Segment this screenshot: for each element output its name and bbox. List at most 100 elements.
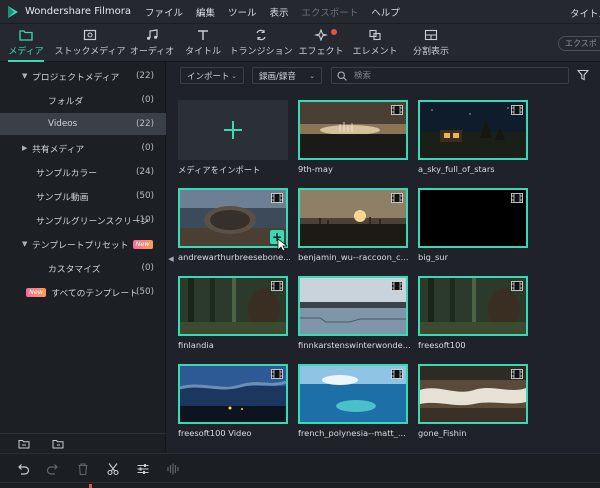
clip-thumbnail[interactable] xyxy=(418,276,528,336)
cut-button[interactable] xyxy=(106,462,120,476)
clip-thumbnail[interactable] xyxy=(178,276,288,336)
clip-thumbnail[interactable] xyxy=(418,364,528,424)
sidebar-item-videos[interactable]: Videos (22) xyxy=(0,113,166,135)
media-label: 9th-may xyxy=(298,164,333,174)
media-label: gone_Fishin xyxy=(418,428,467,438)
caret-down-icon[interactable]: ▼ xyxy=(22,72,32,80)
sidebar-item-customize[interactable]: カスタマイズ (0) xyxy=(0,257,166,279)
sidebar-item-template-presets[interactable]: ▼ テンプレートプリセット New xyxy=(0,233,166,255)
clip-thumbnail[interactable] xyxy=(298,276,408,336)
undo-button[interactable] xyxy=(16,462,30,476)
tab-audio[interactable]: オーディオ xyxy=(130,24,174,62)
sidebar-item-label: 共有メディア xyxy=(32,144,85,155)
sparkle-icon xyxy=(314,29,328,41)
media-clip[interactable]: gone_Fishin xyxy=(418,364,528,438)
caret-right-icon[interactable]: ▶ xyxy=(22,144,32,152)
title-bar: Wondershare Filmora ファイル 編集 ツール 表示 エクスポー… xyxy=(0,0,600,24)
import-media-tile[interactable]: メディアをインポート xyxy=(178,100,288,175)
import-dropdown[interactable]: インポート ⌄ xyxy=(180,67,244,84)
delete-button[interactable] xyxy=(76,462,90,476)
clip-thumbnail[interactable] xyxy=(418,100,528,160)
audio-waveform-button[interactable] xyxy=(166,462,180,476)
media-clip[interactable]: freesoft100 xyxy=(418,276,528,350)
media-clip[interactable]: french_polynesia--matt_... xyxy=(298,364,408,438)
media-label: french_polynesia--matt_... xyxy=(298,428,406,438)
media-label: finlandia xyxy=(178,340,214,350)
media-clip[interactable]: finlandia xyxy=(178,276,288,350)
sidebar-item-project-media[interactable]: ▼ プロジェクトメディア (22) xyxy=(0,65,166,87)
clip-thumbnail[interactable] xyxy=(298,364,408,424)
record-dropdown[interactable]: 録画/録音 ⌄ xyxy=(252,67,322,84)
clip-thumbnail[interactable] xyxy=(298,188,408,248)
tab-transitions[interactable]: トランジション xyxy=(229,24,293,62)
sidebar-item-label: カスタマイズ xyxy=(48,264,101,275)
collapse-sidebar-icon[interactable]: ◀ xyxy=(167,252,175,266)
import-thumbnail[interactable] xyxy=(178,100,288,160)
image-icon xyxy=(83,29,97,41)
sidebar-item-count: (10) xyxy=(135,215,154,225)
menu-bar: ファイル 編集 ツール 表示 エクスポート ヘルプ xyxy=(145,5,413,19)
tab-elements-label: エレメント xyxy=(352,47,398,57)
tab-transitions-label: トランジション xyxy=(229,47,293,57)
sidebar-item-sample-green-screen[interactable]: サンプルグリーンスクリーン (10) xyxy=(0,209,166,231)
folder-open-icon[interactable] xyxy=(52,439,64,449)
media-clip-hovered[interactable]: + andrewarthurbreesebone... xyxy=(178,188,290,262)
tab-media[interactable]: メディア xyxy=(4,24,48,62)
export-button[interactable]: エクスポ xyxy=(558,36,600,51)
folder-icon xyxy=(19,30,33,41)
sidebar-item-shared-media[interactable]: ▶ 共有メディア (0) xyxy=(0,137,166,159)
sidebar-item-all-templates[interactable]: New すべてのテンプレート (50) xyxy=(0,281,166,303)
sliders-icon xyxy=(137,464,149,474)
clip-thumbnail[interactable]: + xyxy=(178,188,288,248)
media-clip[interactable]: freesoft100 Video xyxy=(178,364,288,438)
trash-icon xyxy=(78,463,88,476)
sidebar-item-folder[interactable]: フォルダ (0) xyxy=(0,89,166,111)
menu-file[interactable]: ファイル xyxy=(145,5,183,19)
menu-view[interactable]: 表示 xyxy=(270,5,289,19)
menu-edit[interactable]: 編集 xyxy=(196,5,215,19)
sidebar-item-count: (50) xyxy=(135,287,154,297)
redo-button[interactable] xyxy=(46,462,60,476)
media-clip[interactable]: finnkarstenswinterwonde... xyxy=(298,276,410,350)
filter-icon[interactable] xyxy=(577,69,589,81)
sidebar-item-sample-videos[interactable]: サンプル動画 (50) xyxy=(0,185,166,207)
sidebar-item-label: サンプル動画 xyxy=(36,192,89,203)
tab-audio-label: オーディオ xyxy=(129,47,175,57)
media-label: freesoft100 xyxy=(418,340,466,350)
playhead-marker[interactable] xyxy=(89,484,92,488)
caret-down-icon[interactable]: ▼ xyxy=(22,240,32,248)
clip-thumbnail[interactable] xyxy=(178,364,288,424)
scissors-icon xyxy=(107,463,119,476)
media-clip[interactable]: 9th-may xyxy=(298,100,408,174)
new-badge: New xyxy=(26,287,47,297)
tab-titles[interactable]: タイトル xyxy=(182,24,224,62)
menu-export[interactable]: エクスポート xyxy=(302,5,359,19)
adjust-button[interactable] xyxy=(136,462,150,476)
tab-stock-media[interactable]: ストックメディア xyxy=(54,24,126,62)
media-scrollbar[interactable] xyxy=(592,90,600,453)
music-note-icon xyxy=(147,29,158,40)
new-folder-icon[interactable] xyxy=(18,439,30,449)
app-name: Wondershare Filmora xyxy=(25,6,131,17)
video-clip-icon xyxy=(271,369,283,379)
tab-stock-media-label: ストックメディア xyxy=(54,47,126,57)
media-clip[interactable]: a_sky_full_of_stars xyxy=(418,100,528,174)
tab-elements[interactable]: エレメント xyxy=(352,24,398,62)
menu-tools[interactable]: ツール xyxy=(228,5,257,19)
video-clip-icon xyxy=(391,105,403,115)
new-badge: New xyxy=(132,239,153,249)
clip-thumbnail[interactable] xyxy=(298,100,408,160)
media-label: freesoft100 Video xyxy=(178,428,252,438)
media-clip[interactable]: big_sur xyxy=(418,188,528,262)
elements-icon xyxy=(369,29,381,41)
search-input[interactable] xyxy=(354,70,554,81)
sidebar-item-label: Videos xyxy=(48,119,78,129)
tab-split-screen[interactable]: 分割表示 xyxy=(406,24,456,62)
clip-thumbnail[interactable] xyxy=(418,188,528,248)
tab-effects[interactable]: エフェクト xyxy=(298,24,344,62)
media-clip[interactable]: benjamin_wu--raccoon_c... xyxy=(298,188,409,262)
sidebar-footer xyxy=(0,433,166,453)
menu-help[interactable]: ヘルプ xyxy=(371,5,400,19)
sidebar-item-sample-colors[interactable]: サンプルカラー (24) xyxy=(0,161,166,183)
timeline-toolbar xyxy=(0,453,600,488)
